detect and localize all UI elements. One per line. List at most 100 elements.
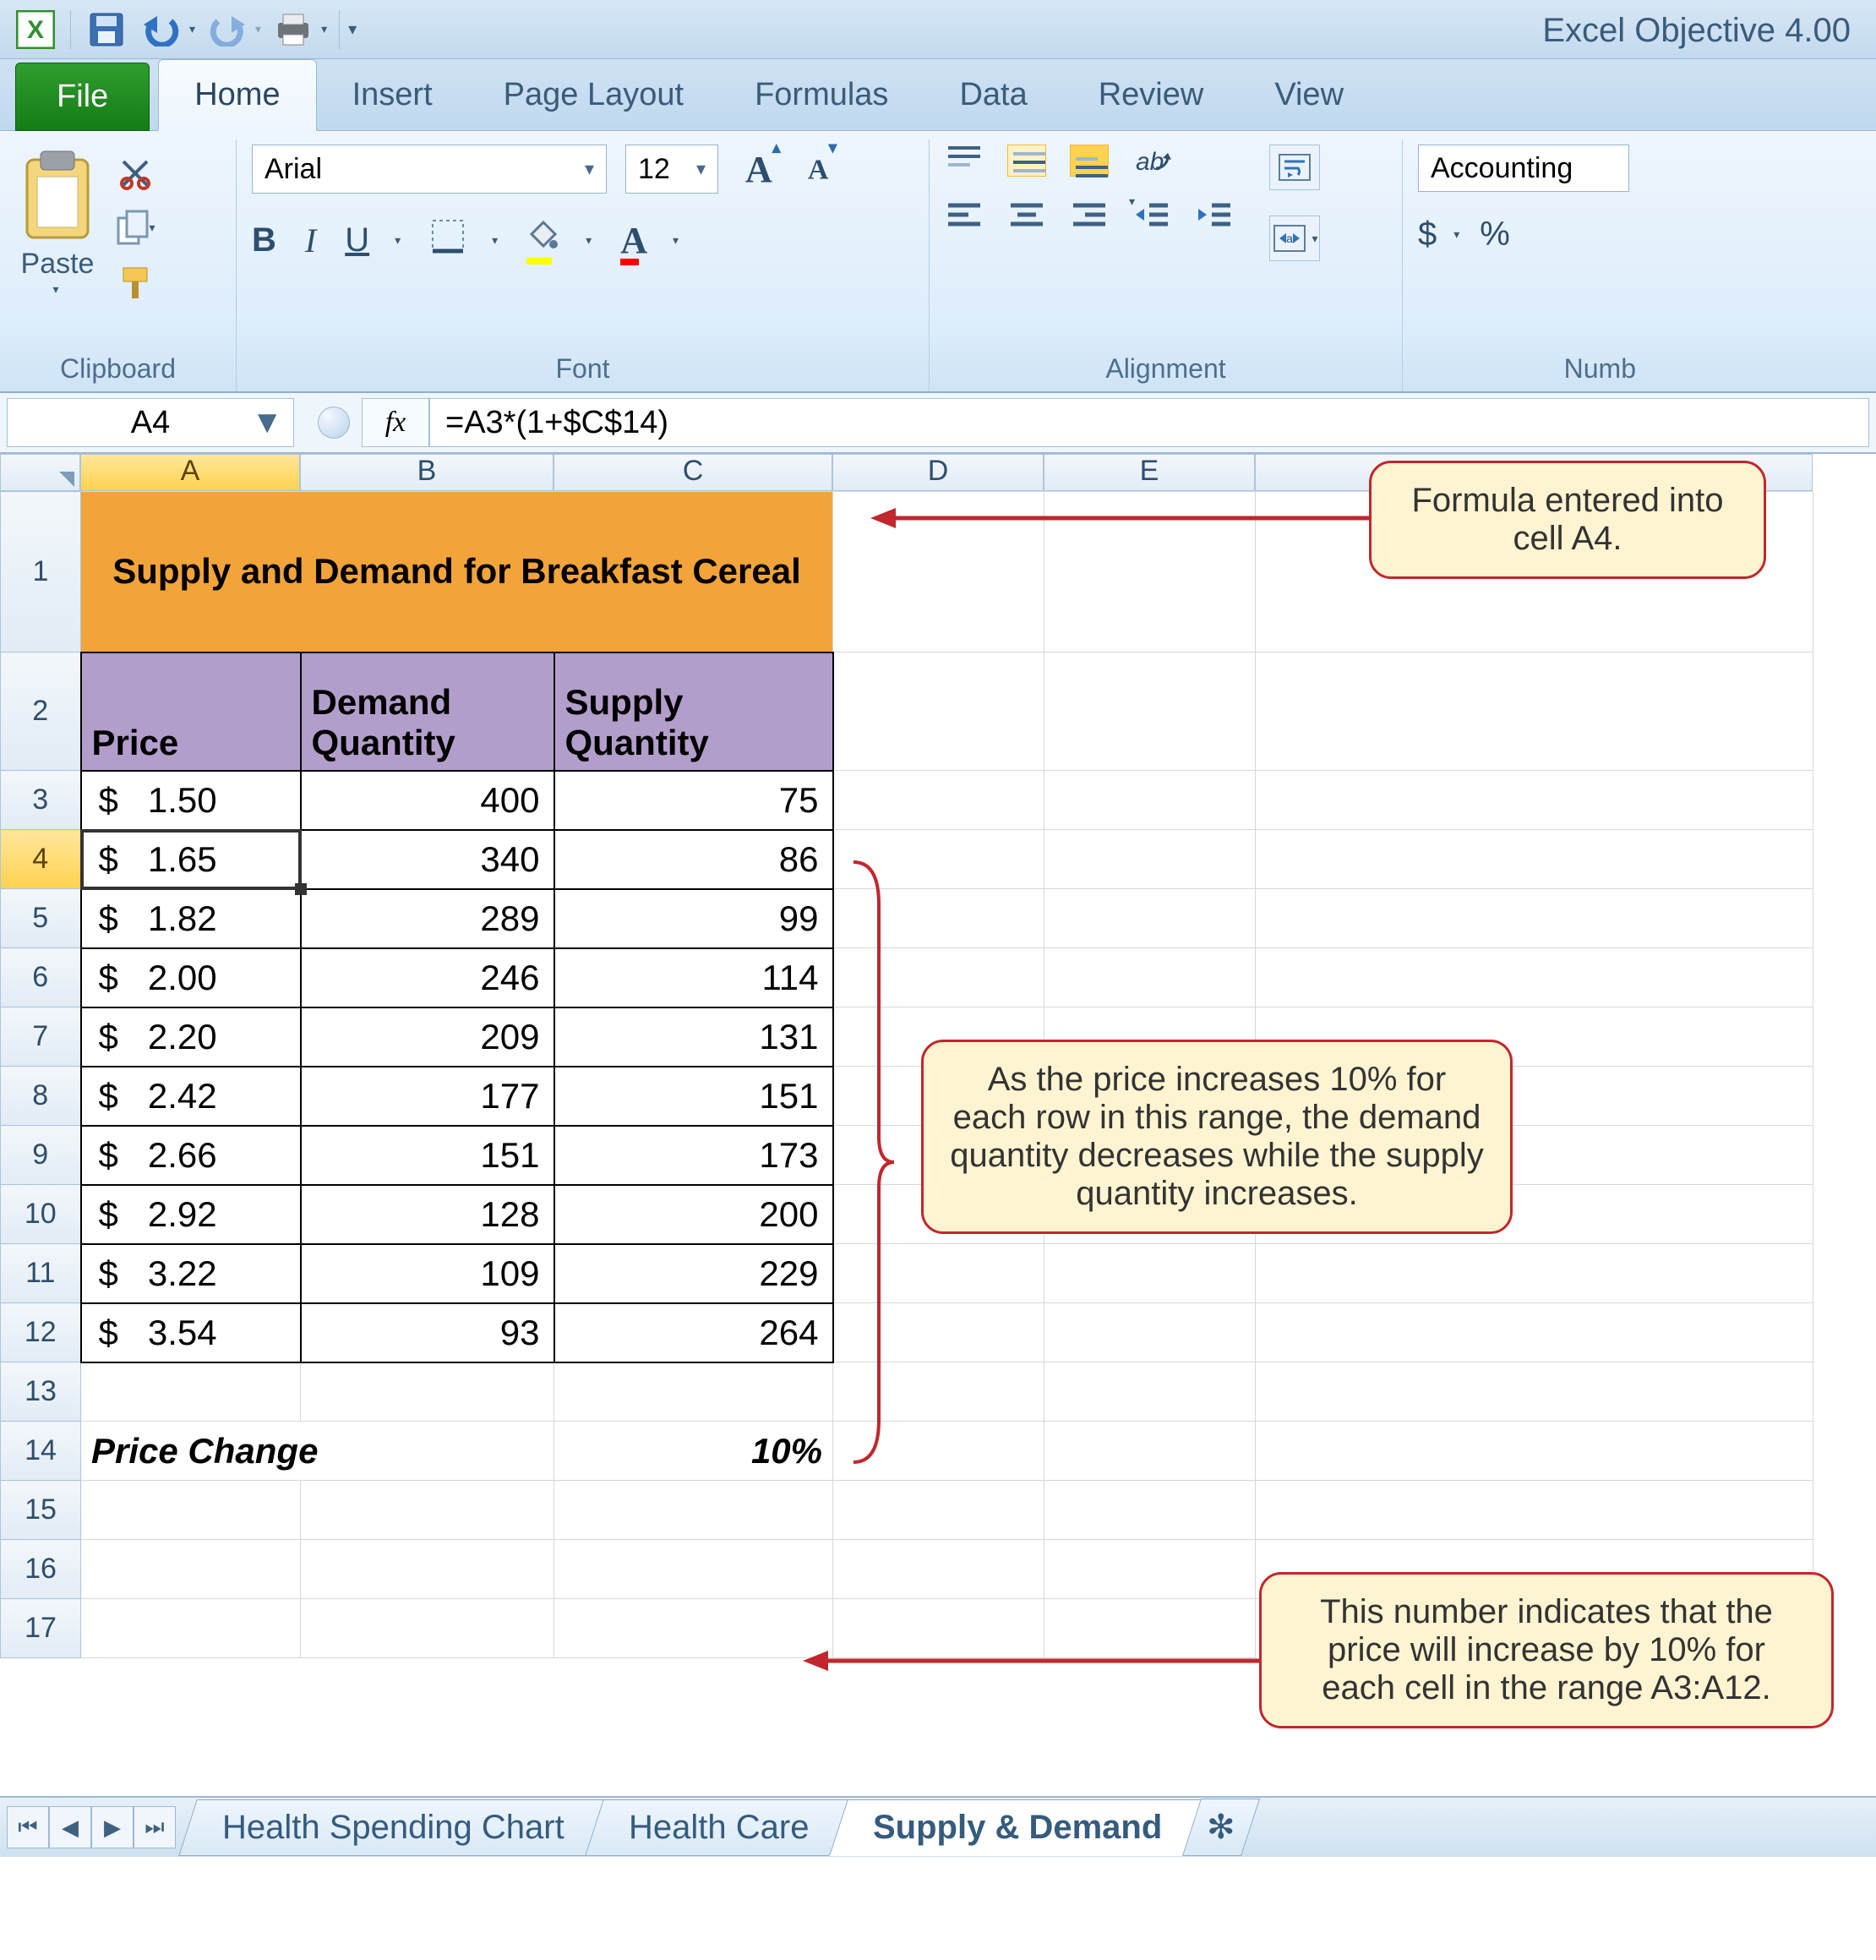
increase-indent-icon[interactable]: [1195, 199, 1234, 231]
row-header-8[interactable]: 8: [1, 1067, 81, 1126]
align-middle-icon[interactable]: [1007, 145, 1046, 177]
insert-function-button[interactable]: fx: [362, 398, 429, 447]
sheet-nav-last-icon[interactable]: ⏭: [134, 1806, 176, 1848]
tab-file[interactable]: File: [15, 63, 150, 131]
row-header-14[interactable]: 14: [1, 1422, 81, 1481]
cancel-formula-icon[interactable]: [318, 407, 350, 439]
tab-insert[interactable]: Insert: [317, 60, 468, 130]
cell-b8[interactable]: 177: [301, 1067, 554, 1126]
cell-a12[interactable]: $ 3.54: [81, 1303, 301, 1362]
italic-button[interactable]: I: [305, 221, 316, 260]
print-dropdown-icon[interactable]: ▾: [321, 22, 327, 36]
undo-dropdown-icon[interactable]: ▾: [189, 22, 195, 36]
align-center-icon[interactable]: [1007, 199, 1046, 231]
row-header-6[interactable]: 6: [1, 948, 81, 1007]
row-header-10[interactable]: 10: [1, 1185, 81, 1244]
cell-c7[interactable]: 131: [554, 1007, 833, 1067]
row-header-1[interactable]: 1: [1, 492, 81, 652]
percent-button[interactable]: %: [1480, 216, 1510, 254]
name-box[interactable]: A4 ▼: [7, 398, 294, 447]
cell-b2[interactable]: Demand Quantity: [301, 652, 554, 771]
cell-c11[interactable]: 229: [554, 1244, 833, 1303]
cell-c9[interactable]: 173: [554, 1126, 833, 1185]
cell-b9[interactable]: 151: [301, 1126, 554, 1185]
tab-data[interactable]: Data: [924, 60, 1062, 130]
row-header-12[interactable]: 12: [1, 1303, 81, 1362]
row-header-16[interactable]: 16: [1, 1540, 81, 1599]
cell-a10[interactable]: $ 2.92: [81, 1185, 301, 1244]
sheet-tab-2[interactable]: Health Care: [585, 1799, 853, 1856]
font-color-icon[interactable]: A: [620, 219, 647, 262]
sheet-tab-1[interactable]: Health Spending Chart: [178, 1799, 608, 1856]
wrap-text-icon[interactable]: [1269, 145, 1320, 190]
cell-a5[interactable]: $ 1.82: [81, 889, 301, 948]
shrink-font-icon[interactable]: A▾: [808, 152, 837, 186]
cell-c14[interactable]: 10%: [554, 1422, 833, 1481]
cell-c12[interactable]: 264: [554, 1303, 833, 1362]
grow-font-icon[interactable]: A▴: [745, 148, 781, 191]
cell-a8[interactable]: $ 2.42: [81, 1067, 301, 1126]
currency-button[interactable]: $: [1418, 216, 1437, 254]
underline-button[interactable]: U: [345, 221, 369, 259]
col-header-b[interactable]: B: [300, 454, 554, 491]
select-all-corner[interactable]: [0, 454, 80, 491]
orientation-icon[interactable]: ab▾: [1132, 145, 1171, 177]
row-header-2[interactable]: 2: [1, 652, 81, 771]
font-size-combo[interactable]: 12▾: [625, 145, 718, 194]
cell-c6[interactable]: 114: [554, 948, 833, 1007]
tab-formulas[interactable]: Formulas: [719, 60, 924, 130]
cell-c8[interactable]: 151: [554, 1067, 833, 1126]
cell-b12[interactable]: 93: [301, 1303, 554, 1362]
cell-b7[interactable]: 209: [301, 1007, 554, 1067]
tab-view[interactable]: View: [1239, 60, 1379, 130]
sheet-tab-3[interactable]: Supply & Demand: [829, 1799, 1206, 1856]
number-format-combo[interactable]: Accounting: [1418, 145, 1629, 192]
row-header-15[interactable]: 15: [1, 1481, 81, 1540]
cell-a9[interactable]: $ 2.66: [81, 1126, 301, 1185]
cell-b4[interactable]: 340: [301, 830, 554, 889]
cell-b6[interactable]: 246: [301, 948, 554, 1007]
align-right-icon[interactable]: [1070, 199, 1109, 231]
row-header-3[interactable]: 3: [1, 771, 81, 830]
cell-price-change-label[interactable]: Price Change: [81, 1422, 554, 1481]
paste-dropdown-icon[interactable]: ▾: [52, 282, 58, 297]
sheet-nav-first-icon[interactable]: ⏮: [7, 1806, 49, 1848]
row-header-4[interactable]: 4: [1, 830, 81, 889]
save-icon[interactable]: [83, 6, 129, 52]
sheet-nav-prev-icon[interactable]: ◀: [49, 1806, 91, 1848]
decrease-indent-icon[interactable]: [1132, 199, 1171, 231]
tab-page-layout[interactable]: Page Layout: [468, 60, 719, 130]
row-header-9[interactable]: 9: [1, 1126, 81, 1185]
row-header-11[interactable]: 11: [1, 1244, 81, 1303]
cell-a4-selected[interactable]: $ 1.65: [81, 830, 301, 889]
format-painter-icon[interactable]: [110, 259, 161, 306]
cell-a11[interactable]: $ 3.22: [81, 1244, 301, 1303]
cell-a6[interactable]: $ 2.00: [81, 948, 301, 1007]
col-header-d[interactable]: D: [832, 454, 1044, 491]
tab-review[interactable]: Review: [1063, 60, 1240, 130]
cell-c10[interactable]: 200: [554, 1185, 833, 1244]
cell-title[interactable]: Supply and Demand for Breakfast Cereal: [81, 492, 833, 652]
copy-icon[interactable]: ▾: [110, 205, 161, 251]
tab-home[interactable]: Home: [158, 59, 316, 131]
sheet-nav-next-icon[interactable]: ▶: [91, 1806, 134, 1848]
row-header-17[interactable]: 17: [1, 1599, 81, 1658]
print-icon[interactable]: [270, 6, 316, 52]
cell-b11[interactable]: 109: [301, 1244, 554, 1303]
borders-icon[interactable]: [429, 217, 466, 263]
row-header-5[interactable]: 5: [1, 889, 81, 948]
cell-b10[interactable]: 128: [301, 1185, 554, 1244]
paste-button[interactable]: Paste ▾: [15, 145, 100, 297]
bold-button[interactable]: B: [252, 221, 276, 259]
col-header-c[interactable]: C: [554, 454, 832, 491]
cell-b5[interactable]: 289: [301, 889, 554, 948]
font-name-combo[interactable]: Arial▾: [252, 145, 607, 194]
col-header-a[interactable]: A: [80, 454, 300, 491]
redo-icon[interactable]: [204, 6, 250, 52]
cell-b3[interactable]: 400: [301, 771, 554, 830]
undo-icon[interactable]: [138, 6, 184, 52]
align-bottom-icon[interactable]: [1070, 145, 1109, 177]
col-header-e[interactable]: E: [1044, 454, 1255, 491]
cell-a3[interactable]: $ 1.50: [81, 771, 301, 830]
formula-input[interactable]: =A3*(1+$C$14): [429, 398, 1869, 447]
